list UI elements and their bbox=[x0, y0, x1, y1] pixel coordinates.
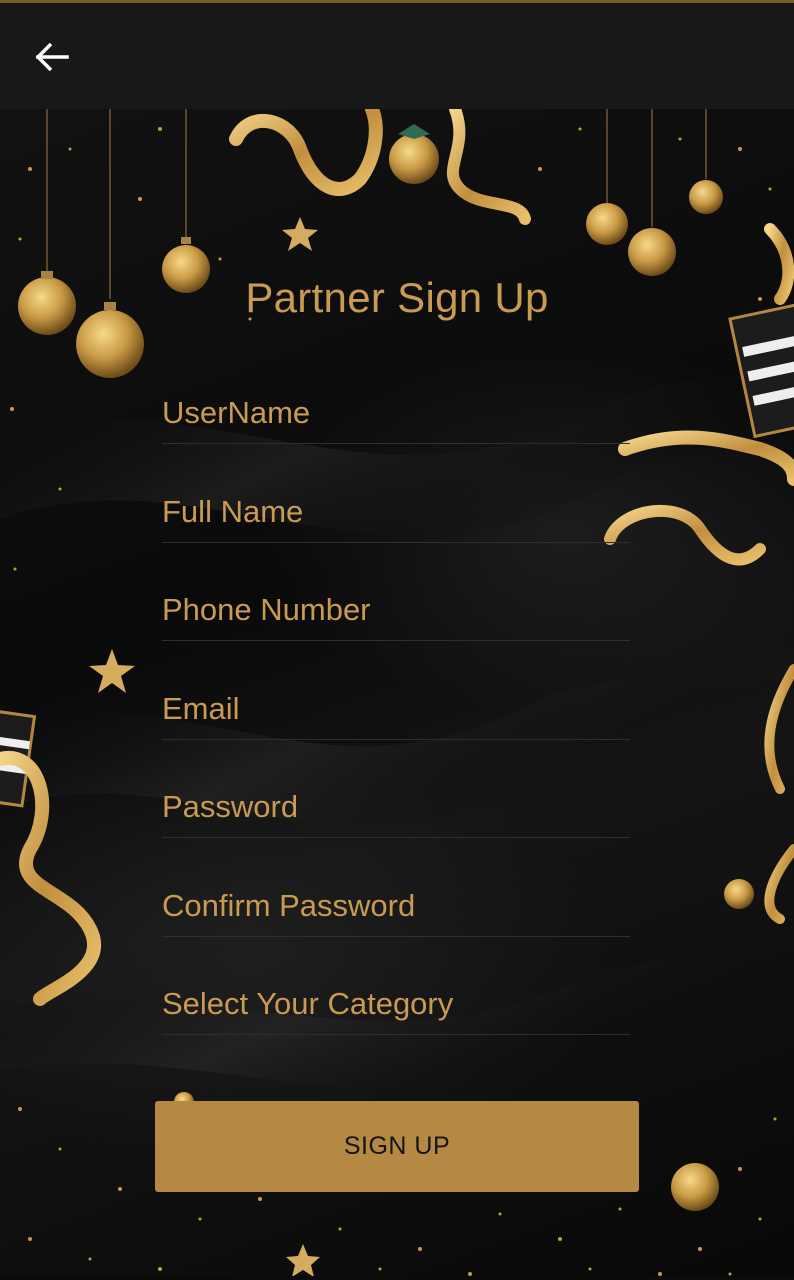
page-title: Partner Sign Up bbox=[245, 274, 549, 321]
password-input[interactable] bbox=[162, 785, 630, 829]
app-bar bbox=[0, 3, 794, 109]
bottom-edge bbox=[0, 1276, 794, 1280]
password-field[interactable] bbox=[162, 782, 630, 838]
username-field[interactable] bbox=[162, 388, 630, 444]
email-input[interactable] bbox=[162, 687, 630, 731]
confirm-password-input[interactable] bbox=[162, 884, 630, 928]
confirm-password-field[interactable] bbox=[162, 881, 630, 937]
phone-number-field[interactable] bbox=[162, 585, 630, 641]
full-name-field[interactable] bbox=[162, 487, 630, 543]
email-field[interactable] bbox=[162, 684, 630, 740]
phone-number-input[interactable] bbox=[162, 588, 630, 632]
full-name-input[interactable] bbox=[162, 490, 630, 534]
back-button[interactable] bbox=[26, 33, 78, 81]
category-field[interactable] bbox=[162, 979, 630, 1035]
arrow-left-icon bbox=[35, 42, 69, 72]
category-select[interactable] bbox=[162, 982, 630, 1026]
username-input[interactable] bbox=[162, 391, 630, 435]
sign-up-button[interactable]: SIGN UP bbox=[155, 1101, 639, 1192]
